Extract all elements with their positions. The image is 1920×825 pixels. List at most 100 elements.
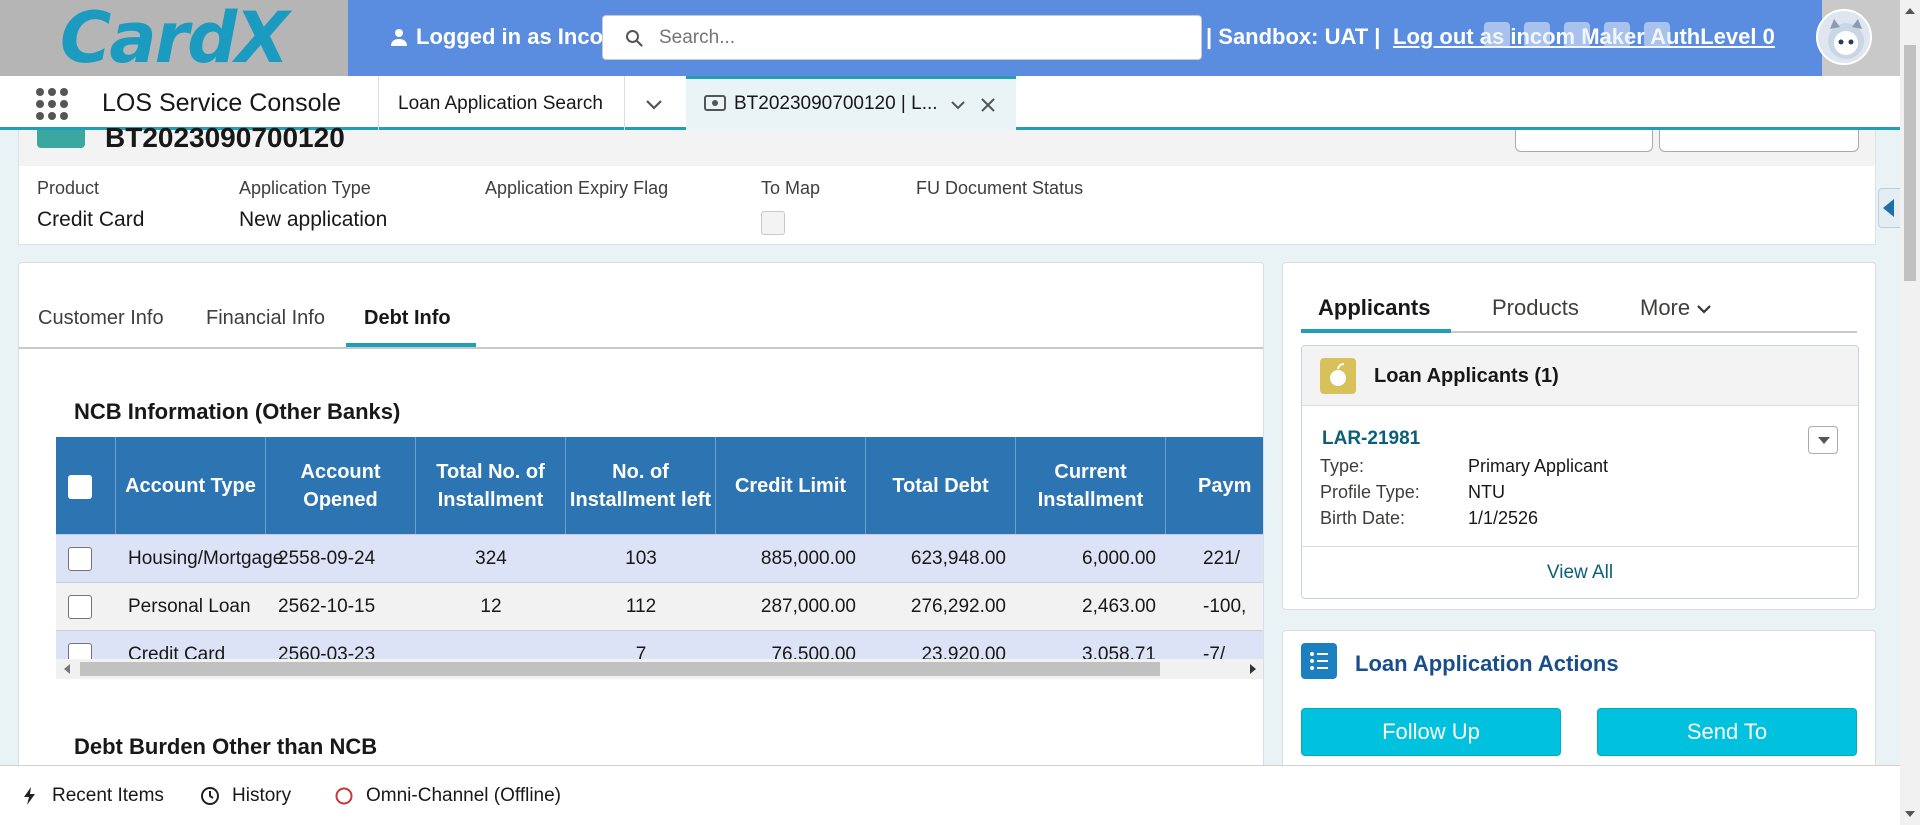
tab-products[interactable]: Products [1492, 295, 1579, 321]
field-fu-document-status: FU Document Status [916, 178, 1083, 208]
column-header[interactable]: Credit Limit [716, 437, 866, 534]
top-bar: CardX Logged in as Inco | Sandbox: UAT |… [0, 0, 1920, 76]
column-header[interactable]: Total No. of Installment [416, 437, 566, 534]
nav-divider [378, 76, 379, 130]
field-application-type: Application Type New application [239, 178, 387, 232]
tab-more[interactable]: More [1640, 295, 1712, 321]
detail-label: Profile Type: [1320, 482, 1420, 502]
cell-account-type: Housing/Mortgage [128, 548, 284, 569]
scroll-down-icon[interactable] [1905, 811, 1915, 817]
column-header[interactable]: No. of Installment left [566, 437, 716, 534]
help-icon[interactable] [1564, 22, 1590, 48]
add-icon[interactable] [1524, 22, 1550, 48]
user-avatar[interactable] [1816, 9, 1872, 65]
tab-applicants[interactable]: Applicants [1318, 295, 1430, 321]
tab-customer-info[interactable]: Customer Info [38, 307, 164, 330]
column-header[interactable]: Account Opened [266, 437, 416, 534]
row-checkbox[interactable] [68, 547, 92, 571]
tab-loan-application-search[interactable]: Loan Application Search [398, 93, 603, 115]
cell-total-debt: 623,948.00 [910, 548, 1006, 569]
record-type-icon [37, 130, 85, 148]
scroll-up-icon[interactable] [1905, 8, 1915, 14]
select-all-checkbox[interactable] [68, 475, 92, 499]
column-header[interactable]: Total Debt [866, 437, 1016, 534]
person-icon [391, 29, 407, 46]
cell-account-opened: 2562-10-15 [278, 596, 376, 617]
header-action-button[interactable] [1515, 130, 1653, 152]
arrow-left-icon [1883, 199, 1894, 217]
close-icon[interactable] [978, 95, 998, 115]
column-header[interactable]: Paym [1166, 437, 1263, 534]
astro-avatar-icon [1828, 19, 1864, 59]
header-select-cell [56, 437, 116, 534]
cell-credit-limit: 885,000.00 [760, 548, 856, 569]
cell-account-opened: 2558-09-24 [278, 548, 376, 569]
cell-payment: 221/ [1203, 548, 1240, 569]
table-row[interactable]: Personal Loan 2562-10-15 12 112 287,000.… [56, 582, 1263, 630]
actions-title: Loan Application Actions [1355, 651, 1619, 676]
nav-menu-chevron-icon[interactable] [642, 92, 666, 116]
chevron-down-icon [1697, 305, 1711, 314]
row-actions-menu[interactable] [1808, 426, 1838, 454]
utility-label: History [232, 785, 292, 806]
favorites-icon[interactable] [1484, 22, 1510, 48]
table-horizontal-scrollbar[interactable] [56, 659, 1263, 679]
column-header[interactable]: Account Type [116, 437, 266, 534]
row-checkbox[interactable] [68, 595, 92, 619]
utility-panel-toggle[interactable] [1878, 188, 1900, 228]
follow-up-button[interactable]: Follow Up [1301, 708, 1561, 756]
field-product: Product Credit Card [37, 178, 144, 232]
table-header: Account Type Account Opened Total No. of… [56, 437, 1263, 534]
loan-applicants-related-list: Loan Applicants (1) LAR-21981 Type: Prim… [1301, 345, 1859, 599]
scroll-left-icon[interactable] [64, 664, 70, 674]
cell-account-type: Personal Loan [128, 596, 251, 617]
setup-gear-icon[interactable] [1604, 22, 1630, 48]
to-map-checkbox [761, 211, 785, 235]
record-title: BT2023090700120 [105, 122, 345, 153]
scroll-right-icon[interactable] [1250, 664, 1256, 674]
search-icon [626, 30, 643, 47]
tab-financial-info[interactable]: Financial Info [206, 307, 325, 330]
cell-installment-left: 112 [625, 596, 657, 617]
detail-label: Type: [1320, 456, 1365, 476]
related-list-header: Loan Applicants (1) [1302, 346, 1858, 406]
tab-debt-info[interactable]: Debt Info [364, 307, 451, 330]
dropdown-icon [1818, 437, 1830, 444]
header-action-button[interactable] [1659, 130, 1859, 152]
utility-omni-channel[interactable]: Omni-Channel (Offline) [334, 785, 561, 807]
applicant-object-icon [1320, 358, 1356, 394]
scrollbar-thumb[interactable] [80, 662, 1160, 676]
app-name: LOS Service Console [102, 89, 342, 117]
chevron-down-icon[interactable] [948, 95, 968, 115]
cell-credit-limit: 287,000.00 [760, 596, 856, 617]
applicant-record-link[interactable]: LAR-21981 [1322, 428, 1420, 450]
cardx-logo: CardX [60, 0, 289, 79]
utility-history[interactable]: History [200, 785, 291, 807]
send-to-button[interactable]: Send To [1597, 708, 1857, 756]
scrollbar-thumb[interactable] [1904, 45, 1916, 281]
header-utility-icons [1484, 22, 1670, 48]
field-label: To Map [761, 178, 821, 198]
field-to-map: To Map [761, 178, 820, 235]
column-header[interactable]: Current Installment [1016, 437, 1166, 534]
notifications-bell-icon[interactable] [1644, 22, 1670, 48]
detail-profile-type: Profile Type: NTU [1320, 482, 1505, 503]
detail-label: Birth Date: [1320, 508, 1406, 528]
page-vertical-scrollbar[interactable] [1900, 0, 1920, 825]
related-list-title[interactable]: Loan Applicants (1) [1374, 365, 1559, 388]
cell-total-installment: 324 [475, 548, 507, 569]
money-icon [704, 95, 726, 111]
app-launcher-icon[interactable] [36, 88, 68, 120]
field-label: FU Document Status [916, 178, 1084, 198]
utility-recent-items[interactable]: Recent Items [20, 785, 164, 807]
search-input[interactable] [659, 24, 1179, 52]
active-tab-indicator [1301, 329, 1451, 333]
view-all-link[interactable]: View All [1302, 546, 1858, 598]
global-search[interactable] [602, 15, 1202, 60]
cell-payment: -100, [1203, 596, 1247, 617]
nav-divider [624, 76, 625, 130]
active-tab-indicator [346, 343, 476, 347]
table-row[interactable]: Housing/Mortgage 2558-09-24 324 103 885,… [56, 534, 1263, 582]
tab-loan-application-record[interactable]: BT2023090700120 | L... [686, 76, 1016, 130]
applicants-card: Applicants Products More Loan Applicants… [1282, 262, 1876, 610]
